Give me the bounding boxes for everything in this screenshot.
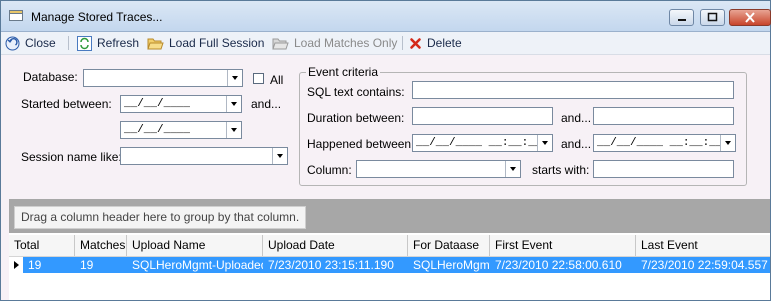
all-label: All: [270, 73, 284, 87]
delete-x-icon: [410, 37, 421, 49]
traces-grid: Drag a column header here to group by th…: [9, 199, 770, 300]
started-to-value: __/__/____: [124, 124, 191, 136]
row-selector-arrow-icon[interactable]: [9, 257, 23, 273]
grid-header: Total Matches Upload Name Upload Date Fo…: [9, 235, 770, 257]
group-by-panel[interactable]: Drag a column header here to group by th…: [9, 199, 770, 233]
happened-to-value: __/__/____ __:__:__ __: [597, 137, 736, 149]
chevron-down-icon[interactable]: [720, 135, 735, 151]
load-matches-only-button[interactable]: Load Matches Only: [272, 35, 397, 51]
toolbar-separator: [402, 36, 403, 50]
cell-upload-date: 7/23/2010 23:15:11.190: [268, 258, 394, 272]
sql-text-input[interactable]: [412, 81, 734, 99]
duration-label: Duration between:: [307, 111, 405, 125]
table-row[interactable]: 19 19 SQLHeroMgmt-Uploaded 7/23/2010 23:…: [9, 257, 770, 273]
close-icon: [745, 12, 755, 23]
delete-label: Delete: [427, 36, 462, 50]
refresh-label: Refresh: [97, 36, 140, 50]
column-header-last-event[interactable]: Last Event: [636, 235, 770, 256]
started-to-date[interactable]: __/__/____: [120, 121, 242, 139]
refresh-button[interactable]: Refresh: [77, 35, 139, 51]
starts-with-input[interactable]: [593, 160, 734, 178]
event-criteria-title: Event criteria: [306, 65, 381, 79]
close-button[interactable]: Close: [5, 35, 56, 51]
cell-last-event: 7/23/2010 22:59:04.557: [641, 258, 768, 272]
chevron-down-icon[interactable]: [537, 135, 552, 151]
cell-matches: 19: [80, 258, 94, 272]
open-folder-icon: [147, 38, 164, 49]
close-label: Close: [25, 36, 56, 50]
chevron-down-icon[interactable]: [227, 70, 242, 86]
started-from-value: __/__/____: [124, 98, 191, 110]
column-header-matches[interactable]: Matches: [75, 235, 127, 256]
database-select[interactable]: [83, 69, 243, 87]
chevron-down-icon[interactable]: [226, 96, 241, 112]
close-window-button[interactable]: [729, 9, 771, 26]
row-body[interactable]: 19 19 SQLHeroMgmt-Uploaded 7/23/2010 23:…: [23, 257, 770, 273]
duration-to-input[interactable]: [593, 107, 734, 125]
happened-from-value: __/__/____ __:__:__ __: [416, 137, 553, 149]
column-header-total[interactable]: Total: [9, 235, 75, 256]
happened-and-label: and...: [561, 137, 592, 151]
happened-label: Happened between:: [307, 137, 415, 151]
load-matches-icon: [272, 38, 289, 49]
duration-and-label: and...: [561, 111, 592, 125]
cell-total: 19: [28, 258, 42, 272]
cell-first-event: 7/23/2010 22:58:00.610: [495, 258, 622, 272]
duration-from-input[interactable]: [412, 107, 553, 125]
minimize-icon: [678, 19, 686, 21]
session-name-label: Session name like:: [21, 150, 122, 164]
toolbar-separator: [68, 36, 69, 50]
back-arrow-icon: [5, 36, 20, 50]
manage-stored-traces-window: Manage Stored Traces... Close Refresh Lo…: [0, 0, 771, 301]
window-icon: [9, 10, 23, 21]
happened-to-datetime[interactable]: __/__/____ __:__:__ __: [593, 134, 736, 152]
column-header-upload-date[interactable]: Upload Date: [263, 235, 408, 256]
load-full-session-button[interactable]: Load Full Session: [147, 35, 264, 51]
title-bar: Manage Stored Traces...: [1, 1, 771, 32]
column-header-upload-name[interactable]: Upload Name: [127, 235, 263, 256]
column-label: Column:: [307, 163, 352, 177]
maximize-icon: [707, 12, 718, 22]
chevron-down-icon[interactable]: [272, 148, 287, 164]
chevron-down-icon[interactable]: [505, 161, 520, 177]
delete-button[interactable]: Delete: [409, 35, 462, 51]
cell-upload-name: SQLHeroMgmt-Uploaded: [132, 258, 263, 272]
chevron-down-icon[interactable]: [226, 122, 241, 138]
database-label: Database:: [23, 70, 78, 84]
column-header-for-database[interactable]: For Dataase: [408, 235, 490, 256]
sql-text-label: SQL text contains:: [307, 85, 405, 99]
refresh-icon: [77, 35, 92, 51]
maximize-button[interactable]: [700, 9, 725, 26]
column-header-first-event[interactable]: First Event: [490, 235, 636, 256]
started-and-label: and...: [251, 97, 282, 111]
group-by-hint: Drag a column header here to group by th…: [14, 206, 307, 229]
cell-for-database: SQLHeroMgmt: [413, 258, 490, 272]
minimize-button[interactable]: [669, 9, 694, 26]
started-between-label: Started between:: [21, 97, 112, 111]
session-name-select[interactable]: [120, 147, 288, 165]
happened-from-datetime[interactable]: __/__/____ __:__:__ __: [412, 134, 553, 152]
window-title: Manage Stored Traces...: [31, 10, 163, 24]
load-full-session-label: Load Full Session: [169, 36, 265, 50]
started-from-date[interactable]: __/__/____: [120, 95, 242, 113]
starts-with-label: starts with:: [532, 163, 590, 177]
load-matches-only-label: Load Matches Only: [294, 36, 398, 50]
all-checkbox[interactable]: [253, 73, 264, 84]
column-select[interactable]: [356, 160, 521, 178]
toolbar: Close Refresh Load Full Session Load Mat…: [1, 32, 770, 55]
